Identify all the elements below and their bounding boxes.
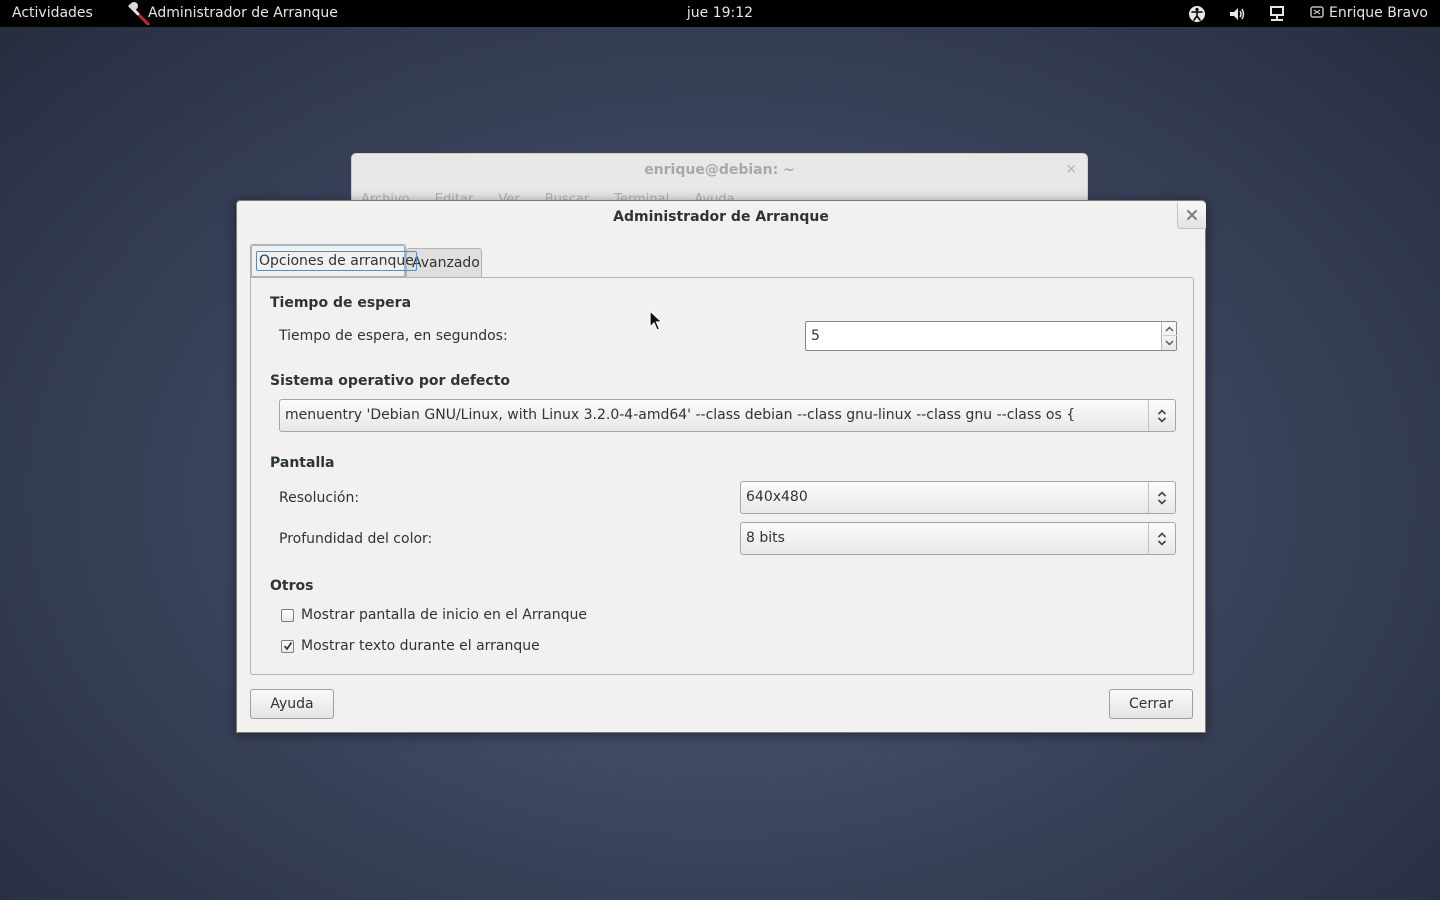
timeout-spin-buttons	[1161, 322, 1177, 350]
timeout-spinner[interactable]	[805, 321, 1177, 351]
terminal-title: enrique@debian: ~	[644, 162, 795, 178]
tab-page-boot-options: Tiempo de espera Tiempo de espera, en se…	[250, 277, 1194, 675]
help-button[interactable]: Ayuda	[250, 689, 334, 719]
show-splash-row[interactable]: Mostrar pantalla de inicio en el Arranqu…	[281, 606, 587, 624]
terminal-close-icon[interactable]: ✕	[1065, 162, 1077, 178]
show-text-label[interactable]: Mostrar texto durante el arranque	[301, 638, 540, 654]
resolution-combo-arrow	[1148, 482, 1175, 513]
chevron-down-icon	[1165, 340, 1174, 346]
spin-up-button[interactable]	[1162, 322, 1177, 336]
default-os-combo[interactable]: menuentry 'Debian GNU/Linux, with Linux …	[279, 399, 1176, 432]
show-splash-checkbox[interactable]	[281, 608, 294, 622]
chevron-up-icon	[1165, 326, 1174, 331]
default-os-value: menuentry 'Debian GNU/Linux, with Linux …	[285, 407, 1076, 423]
tab-boot-options[interactable]: Opciones de arranque	[250, 244, 417, 277]
checkmark-icon	[283, 642, 292, 651]
color-depth-combo[interactable]: 8 bits	[740, 522, 1176, 555]
accessibility-icon[interactable]	[1187, 4, 1207, 24]
spin-down-button[interactable]	[1162, 336, 1177, 350]
resolution-value: 640x480	[746, 489, 808, 505]
timeout-label: Tiempo de espera, en segundos:	[279, 328, 508, 344]
top-panel: Actividades Administrador de Arranque ju…	[0, 0, 1440, 27]
resolution-combo[interactable]: 640x480	[740, 481, 1176, 514]
clock[interactable]: jue 19:12	[687, 5, 753, 21]
show-text-checkbox[interactable]	[281, 639, 294, 653]
network-icon[interactable]	[1267, 4, 1287, 24]
close-button[interactable]: Cerrar	[1109, 689, 1193, 719]
user-name: Enrique Bravo	[1329, 5, 1428, 21]
default-os-heading: Sistema operativo por defecto	[270, 373, 511, 389]
timeout-input[interactable]	[806, 322, 1160, 350]
user-status-icon	[1310, 6, 1324, 18]
color-depth-combo-arrow	[1148, 523, 1175, 554]
updown-arrows-icon	[1157, 408, 1167, 423]
timeout-heading: Tiempo de espera	[270, 295, 412, 311]
default-os-combo-arrow	[1148, 400, 1175, 431]
boot-manager-dialog: Administrador de Arranque Opciones de ar…	[236, 200, 1206, 733]
show-text-row[interactable]: Mostrar texto durante el arranque	[281, 637, 540, 655]
show-splash-label[interactable]: Mostrar pantalla de inicio en el Arranqu…	[301, 607, 587, 623]
color-depth-label: Profundidad del color:	[279, 531, 433, 547]
app-menu-label[interactable]: Administrador de Arranque	[148, 5, 338, 21]
close-button-label: Cerrar	[1129, 696, 1173, 712]
dialog-title: Administrador de Arranque	[613, 209, 829, 225]
updown-arrows-icon	[1157, 531, 1167, 546]
tab-boot-options-label: Opciones de arranque	[256, 251, 417, 271]
tab-advanced[interactable]: Avanzado	[406, 248, 482, 277]
dialog-title-container: Administrador de Arranque	[237, 209, 1205, 225]
volume-icon[interactable]	[1227, 4, 1247, 24]
display-heading: Pantalla	[270, 455, 335, 471]
color-depth-value: 8 bits	[746, 530, 785, 546]
dialog-close-button[interactable]	[1177, 202, 1206, 229]
updown-arrows-icon	[1157, 490, 1167, 505]
tab-advanced-label: Avanzado	[412, 255, 480, 271]
close-icon	[1187, 210, 1197, 220]
mouse-pointer-icon	[649, 310, 663, 331]
other-heading: Otros	[270, 578, 314, 594]
help-button-label: Ayuda	[270, 696, 314, 712]
resolution-label: Resolución:	[279, 490, 360, 506]
activities-button[interactable]: Actividades	[12, 5, 93, 21]
user-menu[interactable]: Enrique Bravo	[1310, 5, 1428, 21]
